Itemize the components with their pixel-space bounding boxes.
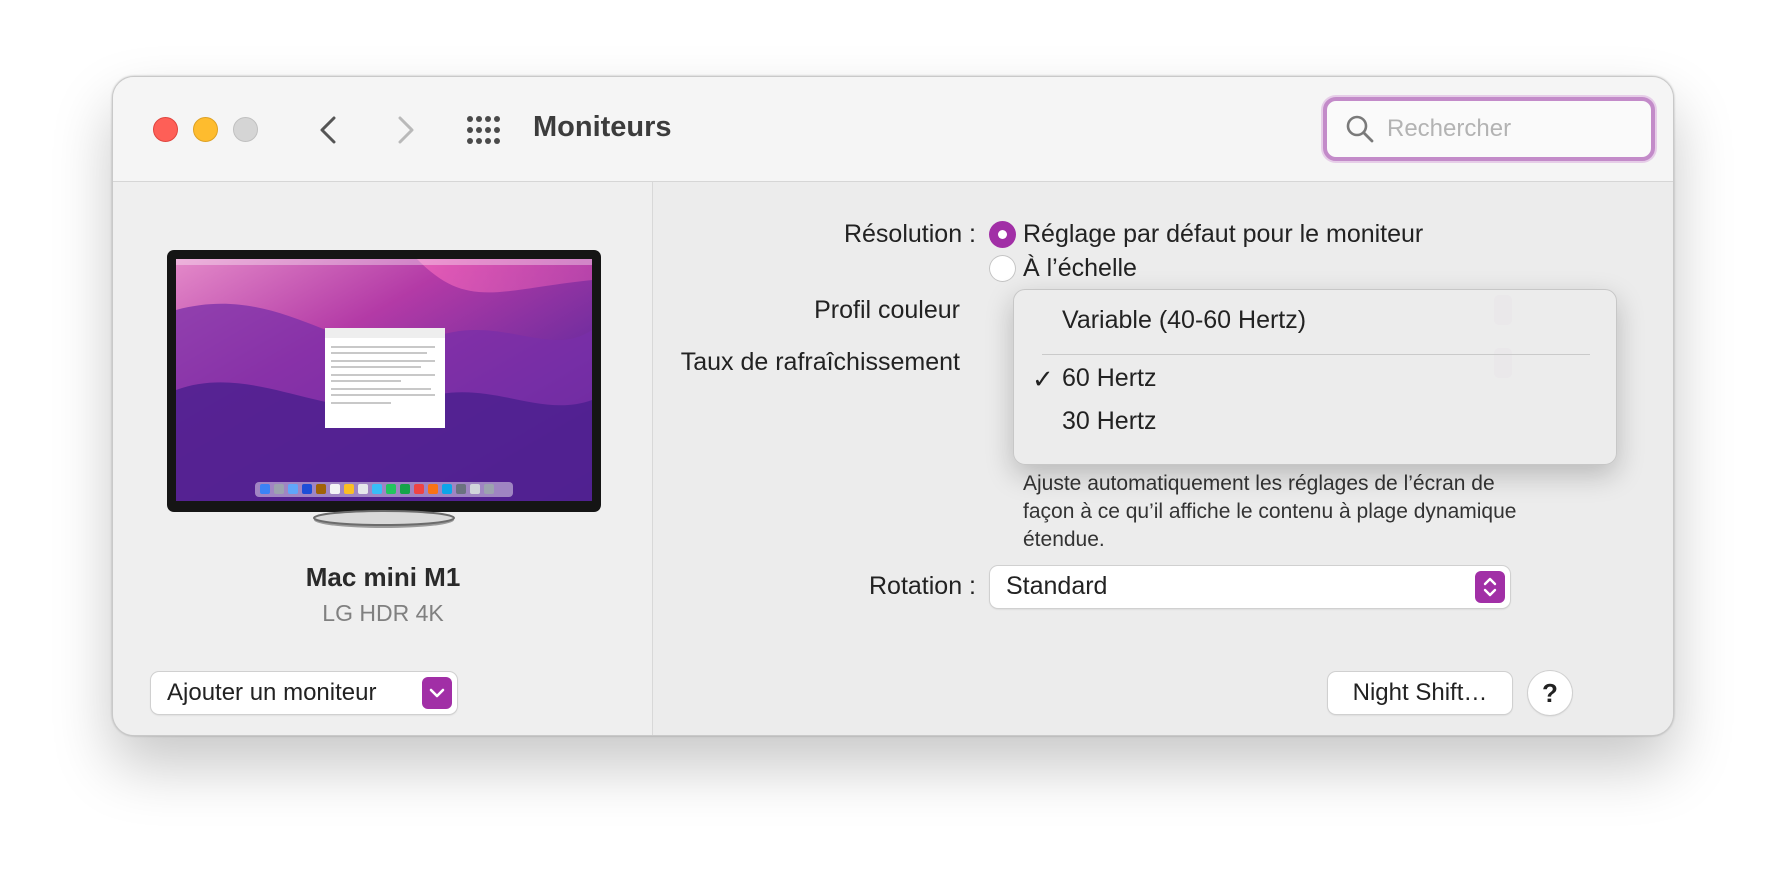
monitor-preview-image bbox=[167, 250, 601, 528]
resolution-default-label[interactable]: Réglage par défaut pour le moniteur bbox=[1023, 220, 1423, 249]
grid-icon[interactable] bbox=[465, 113, 503, 147]
search-input[interactable] bbox=[1387, 109, 1637, 149]
resolution-scaled-label[interactable]: À l’échelle bbox=[1023, 254, 1137, 283]
rotation-label: Rotation : bbox=[868, 572, 976, 600]
help-button[interactable]: ? bbox=[1528, 671, 1572, 715]
chevron-down-icon bbox=[422, 677, 452, 709]
zoom-button[interactable] bbox=[233, 117, 258, 142]
close-button[interactable] bbox=[153, 117, 178, 142]
checkmark-icon: ✓ bbox=[1032, 364, 1054, 394]
magnifier-icon bbox=[1346, 115, 1374, 143]
display-sidebar: Mac mini M1 LG HDR 4K Ajouter un moniteu… bbox=[113, 182, 653, 735]
hdr-description: Ajuste automatiquement les réglages de l… bbox=[1023, 472, 1517, 551]
chevron-left-icon[interactable] bbox=[313, 113, 347, 147]
add-monitor-label: Ajouter un moniteur bbox=[167, 679, 377, 706]
refresh-rate-menu: Variable (40-60 Hertz) ✓ 60 Hertz 30 Her… bbox=[1013, 289, 1617, 465]
resolution-scaled-radio[interactable] bbox=[989, 255, 1016, 282]
resolution-label: Résolution : bbox=[843, 220, 976, 248]
toolbar: Moniteurs bbox=[113, 77, 1673, 182]
minimize-button[interactable] bbox=[193, 117, 218, 142]
rotation-value: Standard bbox=[1006, 572, 1108, 600]
menu-item-variable[interactable]: Variable (40-60 Hertz) bbox=[1062, 306, 1306, 335]
chevron-right-icon[interactable] bbox=[387, 113, 421, 147]
resolution-default-radio[interactable] bbox=[989, 221, 1016, 248]
color-profile-label: Profil couleur bbox=[814, 296, 960, 324]
menu-item-60hz[interactable]: 60 Hertz bbox=[1062, 364, 1156, 393]
up-down-chevron-icon bbox=[1475, 571, 1505, 603]
add-monitor-popup[interactable]: Ajouter un moniteur bbox=[151, 672, 457, 714]
night-shift-button[interactable]: Night Shift… bbox=[1328, 672, 1512, 714]
menu-separator bbox=[1042, 354, 1590, 355]
search-field[interactable] bbox=[1323, 97, 1655, 161]
menu-item-30hz[interactable]: 30 Hertz bbox=[1062, 407, 1156, 436]
refresh-rate-label: Taux de rafraîchissement bbox=[680, 348, 960, 376]
rotation-select[interactable]: Standard bbox=[990, 566, 1510, 608]
window-title: Moniteurs bbox=[533, 111, 672, 143]
device-model: LG HDR 4K bbox=[322, 600, 444, 626]
device-name: Mac mini M1 bbox=[305, 562, 461, 592]
